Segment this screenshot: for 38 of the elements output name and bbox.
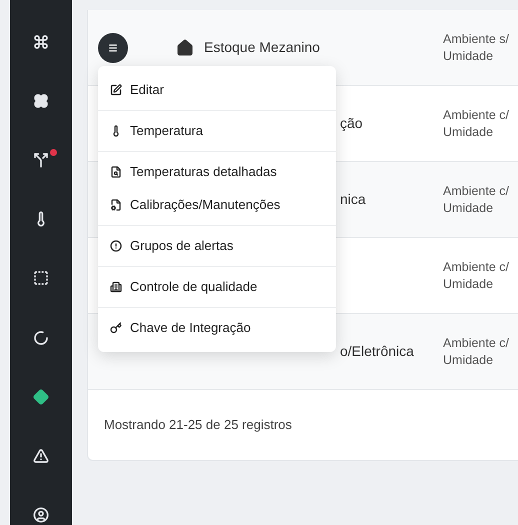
table-cell-text: Umidade xyxy=(443,48,494,64)
flower-icon xyxy=(33,93,49,110)
file-search-icon xyxy=(110,166,122,178)
table-cell-text: Umidade xyxy=(443,200,494,216)
menu-item[interactable]: Calibrações/Manutenções xyxy=(98,194,336,216)
key-icon xyxy=(110,322,122,334)
table-cell-text: Ambiente c/ xyxy=(443,106,510,124)
menu-item[interactable]: Chave de Integração xyxy=(98,317,336,339)
square-icon xyxy=(33,270,49,286)
table-cell-text: Ambiente s/ xyxy=(443,30,510,48)
table-cell-text: Umidade xyxy=(443,276,494,292)
menu-item[interactable]: Grupos de alertas xyxy=(98,235,336,257)
file-gear-icon xyxy=(110,199,122,211)
table-cell-text: nica xyxy=(340,190,366,209)
menu-item[interactable]: Temperaturas detalhadas xyxy=(98,161,336,183)
menu-icon xyxy=(108,43,118,53)
menu-item[interactable]: Editar xyxy=(98,79,336,101)
command-icon xyxy=(33,34,49,50)
building-icon xyxy=(110,281,122,293)
menu-item[interactable]: Controle de qualidade xyxy=(98,276,336,298)
table-cell-text: Ambiente c/ xyxy=(443,334,510,352)
table-cell-text: Umidade xyxy=(443,124,494,140)
split-arrows-icon xyxy=(33,152,49,168)
table-cell-text: Ambiente c/ xyxy=(443,182,510,200)
user-icon xyxy=(33,506,49,523)
edit-icon xyxy=(110,84,122,96)
warning-icon xyxy=(33,448,49,464)
table-cell-text: Umidade xyxy=(443,352,494,368)
table-cell-text: o/Eletrônica xyxy=(340,342,414,361)
table-cell-text: Ambiente c/ xyxy=(443,258,510,276)
table-cell-text: ção xyxy=(340,114,363,133)
diamond-icon xyxy=(33,388,49,405)
house-icon xyxy=(176,38,194,56)
menu-item[interactable]: Temperatura xyxy=(98,120,336,142)
table-cell-text: Estoque Mezanino xyxy=(204,38,320,57)
alert-icon xyxy=(110,240,122,252)
ring-icon xyxy=(33,330,49,346)
pagination-info: Mostrando 21-25 de 25 registros xyxy=(104,416,292,434)
